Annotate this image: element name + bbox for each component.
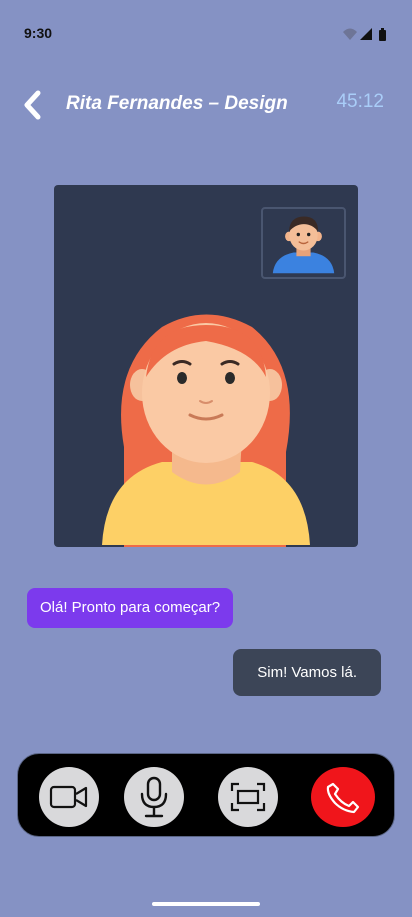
self-view-thumbnail[interactable] bbox=[261, 207, 346, 279]
video-camera-icon bbox=[49, 785, 88, 809]
signal-icon bbox=[360, 28, 372, 40]
outgoing-message-bubble: Sim! Vamos lá. bbox=[233, 649, 381, 696]
incoming-message-bubble: Olá! Pronto para começar? bbox=[27, 588, 234, 628]
battery-icon bbox=[379, 30, 386, 41]
status-bar: 9:30 bbox=[0, 0, 412, 60]
call-timer: 45:12 bbox=[336, 91, 384, 112]
end-call-button[interactable] bbox=[311, 767, 375, 827]
remote-video-panel[interactable] bbox=[54, 185, 358, 547]
remote-participant-avatar bbox=[102, 314, 310, 547]
status-time: 9:30 bbox=[24, 25, 53, 41]
self-avatar bbox=[272, 216, 335, 274]
toggle-video-button[interactable] bbox=[39, 767, 99, 827]
microphone-icon bbox=[140, 776, 168, 818]
screen-share-button[interactable] bbox=[218, 767, 278, 827]
call-header: Rita Fernandes – Design 45:12 bbox=[0, 82, 412, 126]
screen-share-icon bbox=[230, 782, 266, 812]
toggle-mic-button[interactable] bbox=[124, 767, 184, 827]
back-arrow-icon[interactable] bbox=[20, 88, 48, 122]
home-indicator[interactable] bbox=[152, 902, 260, 906]
call-title: Rita Fernandes – Design bbox=[66, 93, 288, 114]
call-controls-bar bbox=[17, 753, 395, 837]
status-icons bbox=[343, 28, 386, 41]
wifi-icon bbox=[343, 28, 357, 40]
end-call-icon bbox=[326, 782, 360, 814]
